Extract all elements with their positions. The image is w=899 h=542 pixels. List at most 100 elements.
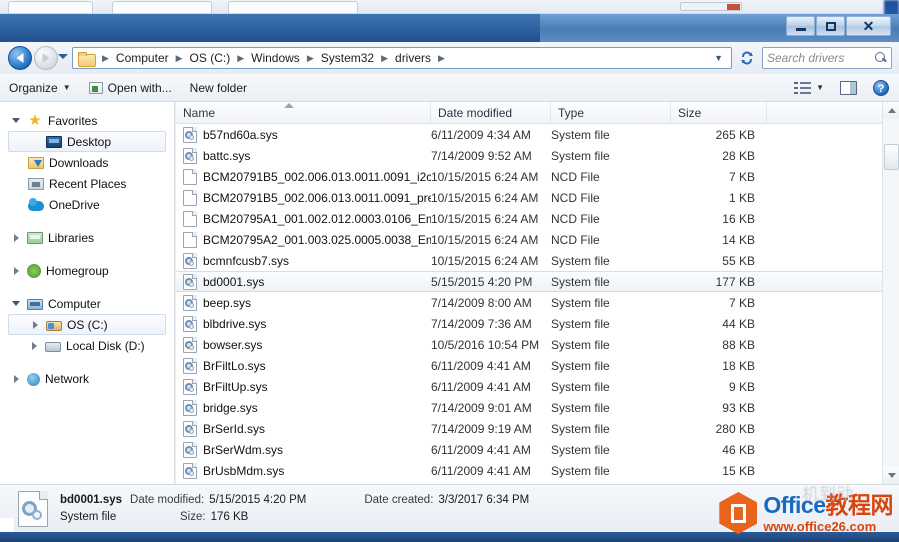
table-row[interactable]: battc.sys 7/14/2009 9:52 AM System file 28 …	[176, 145, 882, 166]
sidebar-item-local-disk-d[interactable]: Local Disk (D:)	[0, 335, 174, 356]
sort-indicator-icon	[284, 103, 294, 108]
expander-open-icon[interactable]	[12, 301, 20, 306]
table-row[interactable]: BrSerWdm.sys 6/11/2009 4:41 AM System file…	[176, 439, 882, 460]
table-row[interactable]: BrFiltUp.sys 6/11/2009 4:41 AM System file…	[176, 376, 882, 397]
column-header-date-modified[interactable]: Date modified	[431, 101, 551, 124]
expander-closed-icon[interactable]	[13, 374, 19, 383]
new-folder-label: New folder	[189, 80, 248, 95]
expander-closed-icon[interactable]	[32, 320, 38, 329]
file-type-cell: System file	[551, 400, 610, 415]
expander-closed-icon[interactable]	[13, 233, 19, 242]
table-row[interactable]: BCM20791B5_002.006.013.0011.0091_pre....…	[176, 187, 882, 208]
file-name-cell: bowser.sys	[176, 336, 431, 353]
sidebar-group-computer[interactable]: Computer	[0, 293, 174, 314]
network-icon	[27, 372, 40, 386]
column-header-name[interactable]: Name	[176, 101, 431, 124]
file-date-cell: 6/11/2009 4:41 AM	[431, 379, 531, 394]
file-date-cell: 7/14/2009 8:00 AM	[431, 295, 532, 310]
expander-open-icon[interactable]	[12, 118, 20, 123]
file-date-cell: 6/11/2009 4:41 AM	[431, 442, 531, 457]
back-button[interactable]	[8, 46, 32, 70]
sidebar-item-os-c[interactable]: OS (C:)	[8, 314, 166, 335]
refresh-button[interactable]	[737, 48, 757, 68]
breadcrumb-separator: ▶	[306, 52, 314, 63]
sidebar-item-onedrive[interactable]: OneDrive	[0, 194, 174, 215]
file-size-cell: 18 KB	[722, 358, 755, 373]
file-date-cell: 6/11/2009 4:34 AM	[431, 127, 531, 142]
forward-button[interactable]	[34, 46, 58, 70]
breadcrumb-item-drivers[interactable]: drivers	[392, 49, 434, 67]
file-type-cell: System file	[551, 337, 610, 352]
table-row[interactable]: BCM20791B5_002.006.013.0011.0091_i2c....…	[176, 166, 882, 187]
expander-closed-icon[interactable]	[13, 266, 19, 275]
search-box[interactable]: Search drivers	[762, 47, 892, 69]
table-row[interactable]: BCM20795A1_001.002.012.0003.0106_Em... 10…	[176, 208, 882, 229]
details-file-name: bd0001.sys	[60, 493, 123, 506]
file-type-cell: System file	[551, 463, 610, 478]
maximize-button[interactable]	[816, 16, 845, 36]
breadcrumb-item-os-c[interactable]: OS (C:)	[187, 49, 234, 67]
help-icon[interactable]: ?	[873, 79, 889, 96]
sidebar-label-homegroup: Homegroup	[46, 263, 109, 278]
search-input[interactable]: Search drivers	[767, 51, 844, 65]
table-row[interactable]: b57nd60a.sys 6/11/2009 4:34 AM System file…	[176, 124, 882, 145]
sidebar-group-libraries[interactable]: Libraries	[0, 227, 174, 248]
sidebar-item-downloads[interactable]: Downloads	[0, 152, 174, 173]
file-date-cell: 10/15/2015 6:24 AM	[431, 190, 539, 205]
breadcrumb-item-system32[interactable]: System32	[318, 49, 377, 67]
scroll-down-button[interactable]	[883, 467, 899, 484]
sidebar-group-network[interactable]: Network	[0, 368, 174, 389]
table-row[interactable]: BrFiltLo.sys 6/11/2009 4:41 AM System file…	[176, 355, 882, 376]
file-name-text: BrSerWdm.sys	[203, 442, 284, 457]
table-row[interactable]: beep.sys 7/14/2009 8:00 AM System file 7 KB	[176, 292, 882, 313]
column-header-type[interactable]: Type	[551, 101, 671, 124]
new-folder-button[interactable]: New folder	[181, 76, 256, 100]
file-size-cell: 93 KB	[722, 400, 755, 415]
watermark: 机到动 Office教程网 www.office26.com	[719, 485, 893, 534]
file-type-cell: System file	[551, 127, 610, 142]
sidebar-item-desktop[interactable]: Desktop	[8, 131, 166, 152]
file-name-cell: bridge.sys	[176, 399, 431, 416]
organize-button[interactable]: Organize ▼	[0, 76, 80, 100]
breadcrumb-item-computer[interactable]: Computer	[113, 49, 172, 67]
table-row[interactable]: BCM20795A2_001.003.025.0005.0038_Em... 10…	[176, 229, 882, 250]
file-size-cell: 280 KB	[715, 421, 755, 436]
file-name-cell: beep.sys	[176, 294, 431, 311]
system-file-icon	[18, 490, 48, 527]
scrollbar-thumb[interactable]	[884, 144, 899, 170]
breadcrumb-item-windows[interactable]: Windows	[248, 49, 303, 67]
onedrive-icon	[28, 197, 44, 211]
sidebar-group-homegroup[interactable]: Homegroup	[0, 260, 174, 281]
history-dropdown-icon[interactable]	[58, 54, 68, 59]
preview-pane-icon[interactable]	[840, 80, 857, 95]
background-tab	[228, 1, 358, 13]
table-row[interactable]: bridge.sys 7/14/2009 9:01 AM System file 93…	[176, 397, 882, 418]
sidebar-group-favorites[interactable]: ★ Favorites	[0, 110, 174, 131]
address-dropdown-icon[interactable]: ▼	[714, 53, 729, 63]
file-size-cell: 28 KB	[722, 148, 755, 163]
column-header-size[interactable]: Size	[671, 101, 767, 124]
file-size-cell: 15 KB	[722, 463, 755, 478]
table-row[interactable]: blbdrive.sys 7/14/2009 7:36 AM System file…	[176, 313, 882, 334]
scroll-up-button[interactable]	[883, 102, 899, 119]
table-row[interactable]: bcmnfcusb7.sys 10/15/2015 6:24 AM System f…	[176, 250, 882, 271]
office-logo-icon	[719, 492, 758, 534]
vertical-scrollbar[interactable]	[882, 102, 899, 484]
table-row[interactable]: bowser.sys 10/5/2016 10:54 PM System file 8…	[176, 334, 882, 355]
table-row[interactable]: BrSerId.sys 7/14/2009 9:19 AM System file 2…	[176, 418, 882, 439]
address-bar[interactable]: ▶ Computer ▶ OS (C:) ▶ Windows ▶ System3…	[72, 47, 732, 69]
file-type-cell: System file	[551, 148, 610, 163]
system-file-icon	[183, 357, 197, 374]
star-icon: ★	[28, 111, 42, 129]
close-button[interactable]: ✕	[846, 16, 891, 36]
sidebar-item-recent-places[interactable]: Recent Places	[0, 173, 174, 194]
view-chevron-down-icon[interactable]: ▼	[816, 83, 824, 92]
minimize-button[interactable]	[786, 16, 815, 36]
table-row[interactable]: bd0001.sys 5/15/2015 4:20 PM System file 17…	[176, 271, 882, 292]
open-with-button[interactable]: Open with...	[80, 76, 181, 100]
expander-closed-icon[interactable]	[31, 341, 37, 350]
folder-icon	[78, 51, 96, 67]
view-layout-icon[interactable]	[794, 81, 812, 95]
table-row[interactable]: BrUsbMdm.sys 6/11/2009 4:41 AM System file…	[176, 460, 882, 481]
system-file-icon	[183, 126, 197, 143]
